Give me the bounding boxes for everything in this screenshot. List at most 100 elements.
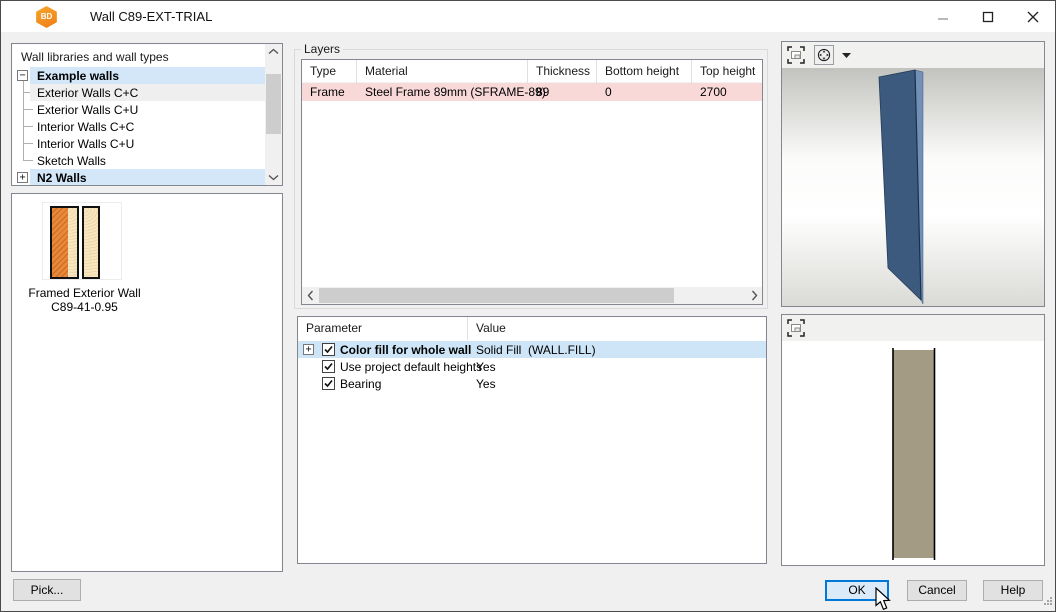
window-title: Wall C89-EXT-TRIAL [90,9,212,24]
maximize-icon [982,11,994,23]
param-value: Yes [476,360,496,374]
scroll-up-icon[interactable] [265,44,282,59]
param-label: Use project default heights [340,360,482,374]
cream-layer-swatch [84,208,98,277]
layer-type: Frame [302,83,357,101]
preview-3d-toolbar [782,42,1044,68]
layers-groupbox: Layers Type Material Thickness Bottom he… [294,49,768,309]
maximize-button[interactable] [965,1,1010,32]
layer-thickness: 89 [528,83,597,101]
layer-material: Steel Frame 89mm (SFRAME-89) [357,83,528,101]
checkmark-icon [323,361,334,372]
preview-3d-panel [781,41,1045,307]
resize-grip[interactable] [1043,594,1052,608]
titlebar[interactable]: BD Wall C89-EXT-TRIAL [1,1,1055,32]
checkbox-color-fill[interactable] [322,343,335,356]
column-header-value[interactable]: Value [468,317,764,340]
tree-item-label: N2 Walls [37,171,87,185]
checkmark-icon [323,344,334,355]
tree-expand-icon[interactable]: + [17,172,28,183]
zoom-extents-icon [787,319,805,337]
wall-layer-group [50,206,79,279]
layer-bottom-height: 0 [597,83,692,101]
checkmark-icon [323,378,334,389]
wall-dialog: BD Wall C89-EXT-TRIAL Wall libraries and… [0,0,1056,612]
column-header-material[interactable]: Material [357,60,528,83]
wall-section-thumbnail[interactable] [42,202,122,280]
layer-row-frame[interactable]: Frame Steel Frame 89mm (SFRAME-89) 89 0 … [302,83,762,101]
pan-icon [816,47,832,63]
viewport-2d[interactable] [782,341,1044,565]
checkbox-default-heights[interactable] [322,360,335,373]
scroll-down-icon[interactable] [265,170,282,185]
parameters-table[interactable]: Parameter Value + Color fill for whole w… [297,316,767,564]
tree-item-label: Example walls [37,69,119,83]
ok-button[interactable]: OK [825,580,889,601]
tree-item-interior-walls-cc[interactable]: Interior Walls C+C [12,118,265,135]
tree-item-label: Exterior Walls C+C [37,86,138,100]
preview-2d-toolbar [782,315,1044,341]
chevron-down-icon [842,53,851,58]
param-label: Color fill for whole wall [340,343,471,357]
wall-type-preview-panel[interactable]: Framed Exterior Wall C89-41-0.95 [11,193,283,572]
zoom-extents-icon [787,46,805,64]
scrollbar-thumb[interactable] [319,288,674,303]
tree-collapse-icon[interactable]: − [17,70,28,81]
wall-type-caption: Framed Exterior Wall C89-41-0.95 [12,286,157,314]
tree-scrollbar[interactable] [265,44,282,185]
column-header-thickness[interactable]: Thickness [528,60,597,83]
checkbox-bearing[interactable] [322,377,335,390]
layer-top-height: 2700 [692,83,762,101]
preview-2d-panel [781,314,1045,566]
close-button[interactable] [1010,1,1055,32]
zoom-extents-button[interactable] [786,318,806,338]
tree-item-label: Exterior Walls C+U [37,103,138,117]
tree-item-sketch-walls[interactable]: Sketch Walls [12,152,265,169]
cancel-button[interactable]: Cancel [907,580,967,601]
layers-horizontal-scrollbar[interactable] [302,287,762,304]
param-row-default-heights[interactable]: Use project default heights Yes [298,358,766,375]
wall-library-tree: Wall libraries and wall types − Example … [11,43,283,186]
wall-layer-group [82,206,100,279]
tree-header: Wall libraries and wall types [21,50,169,64]
view-options-dropdown[interactable] [836,45,856,65]
help-button[interactable]: Help [983,580,1043,601]
tree-item-label: Interior Walls C+U [37,137,134,151]
tree-item-label: Interior Walls C+C [37,120,134,134]
tree-item-exterior-walls-cu[interactable]: Exterior Walls C+U [12,101,265,118]
wall-type-code: C89-41-0.95 [12,300,157,314]
scroll-left-icon[interactable] [302,287,318,304]
wall-2d-section [782,341,1044,565]
tree-item-n2-walls[interactable]: + N2 Walls [12,169,265,186]
tree-item-example-walls[interactable]: − Example walls [12,67,265,84]
param-value: Yes [476,377,496,391]
layers-table[interactable]: Type Material Thickness Bottom height To… [301,59,763,305]
param-expand-icon[interactable]: + [303,344,314,355]
hatched-layer-swatch [52,208,68,277]
close-icon [1027,11,1039,23]
viewport-3d[interactable] [782,68,1044,306]
resize-grip-icon [1043,596,1052,605]
layers-group-label: Layers [301,42,343,56]
parameters-table-header: Parameter Value [298,317,766,340]
pick-button[interactable]: Pick... [13,579,81,601]
scrollbar-thumb[interactable] [266,74,281,134]
scroll-right-icon[interactable] [746,287,762,304]
minimize-button[interactable] [920,1,965,32]
column-header-top-height[interactable]: Top height [692,60,762,83]
tree-item-exterior-walls-cc[interactable]: Exterior Walls C+C [12,84,265,101]
param-row-bearing[interactable]: Bearing Yes [298,375,766,392]
layers-table-header: Type Material Thickness Bottom height To… [302,60,762,83]
column-header-parameter[interactable]: Parameter [298,317,468,340]
tree-item-interior-walls-cu[interactable]: Interior Walls C+U [12,135,265,152]
column-header-type[interactable]: Type [302,60,357,83]
minimize-icon [937,11,949,23]
tree-item-label: Sketch Walls [37,154,106,168]
cream-layer-swatch [68,208,77,277]
wall-3d-model [782,68,1044,306]
param-row-color-fill[interactable]: + Color fill for whole wall Solid Fill (… [298,341,766,358]
zoom-extents-button[interactable] [786,45,806,65]
param-label: Bearing [340,377,381,391]
pan-mode-button[interactable] [814,45,834,65]
column-header-bottom-height[interactable]: Bottom height [597,60,692,83]
